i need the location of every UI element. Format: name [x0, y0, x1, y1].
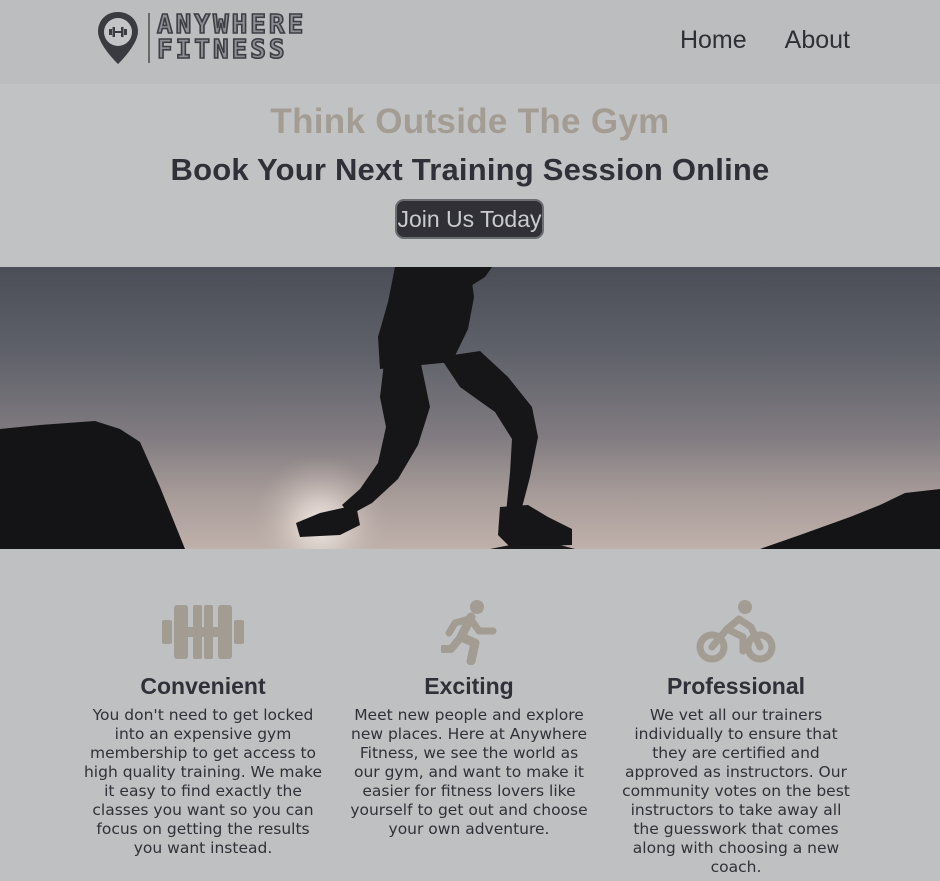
logo-divider: [148, 13, 150, 63]
feature-exciting: Exciting Meet new people and explore new…: [349, 599, 589, 839]
map-pin-dumbbell-icon: [98, 12, 138, 64]
logo-line-2: FITNESS: [156, 35, 288, 65]
feature-description: You don't need to get locked into an exp…: [83, 706, 322, 857]
logo[interactable]: ANYWHERE FITNESS: [96, 10, 336, 66]
site-header: ANYWHERE FITNESS Home About: [0, 0, 940, 84]
feature-description: Meet new people and explore new places. …: [350, 706, 588, 838]
main-nav: Home About: [680, 26, 850, 55]
feature-description: We vet all our trainers individually to …: [622, 706, 850, 876]
feature-title: Professional: [666, 673, 806, 699]
running-person-icon: [441, 600, 497, 665]
join-us-button[interactable]: Join Us Today: [395, 199, 544, 239]
hero-tagline: Think Outside The Gym: [270, 102, 670, 141]
cyclist-icon: [696, 600, 776, 663]
features-section: Convenient You don't need to get locked …: [0, 549, 940, 881]
hero-subtitle: Book Your Next Training Session Online: [170, 152, 770, 187]
runner-hero-image: [0, 267, 940, 549]
hero-section: Think Outside The Gym Book Your Next Tra…: [0, 84, 940, 267]
feature-professional: Professional We vet all our trainers ind…: [616, 599, 856, 877]
nav-about-link[interactable]: About: [785, 26, 850, 55]
logo-wordmark: ANYWHERE FITNESS: [156, 11, 306, 65]
nav-home-link[interactable]: Home: [680, 26, 747, 55]
runner-silhouette-illustration: [0, 267, 940, 549]
feature-title: Convenient: [140, 673, 266, 699]
feature-convenient: Convenient You don't need to get locked …: [83, 599, 323, 858]
feature-title: Exciting: [424, 673, 514, 699]
dumbbell-icon: [162, 605, 244, 659]
